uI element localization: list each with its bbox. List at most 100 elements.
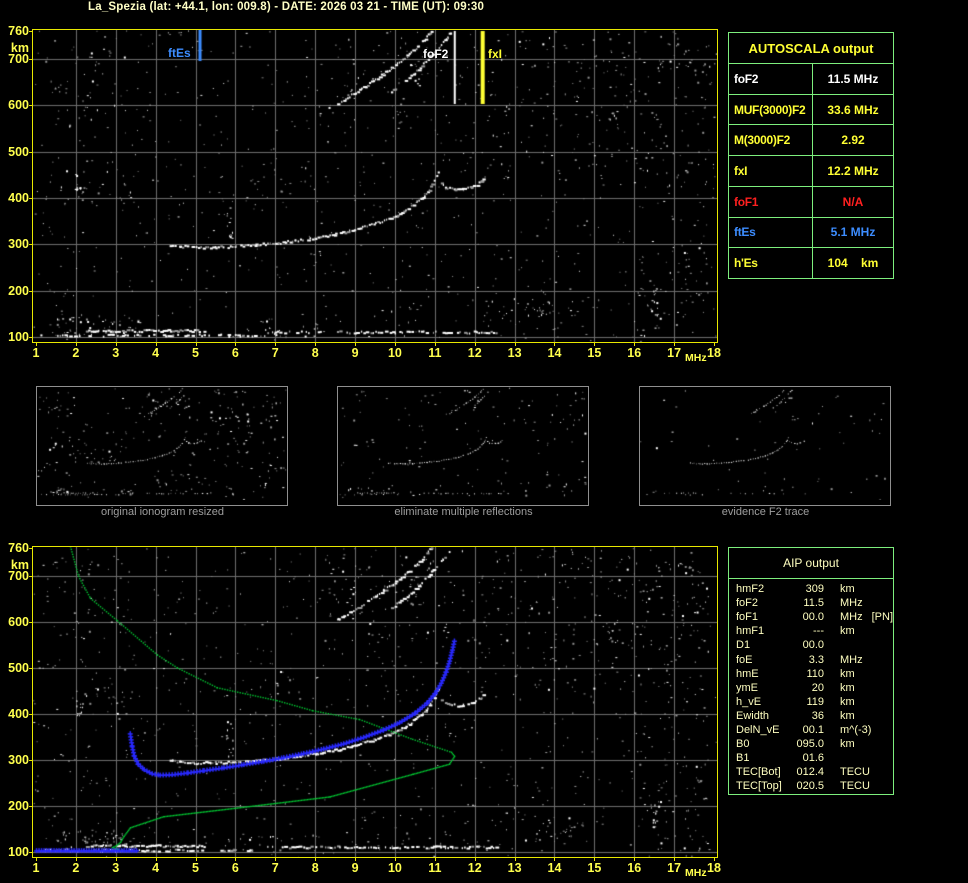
table-row: DelN_vE 00.1 m^(-3) — [736, 723, 893, 737]
aip-param-value: 01.6 — [802, 752, 824, 765]
x-tick-label: 15 — [587, 861, 602, 875]
aip-param-value: 110 — [806, 667, 824, 680]
x-tick-mark — [674, 343, 676, 346]
table-row: Ewidth 36 km — [736, 709, 893, 723]
aip-param-unit: MHz — [840, 597, 863, 610]
table-row: MUF(3000)F2 33.6 MHz — [729, 93, 893, 125]
main-ionogram-plot: ftEs foF2 fxI — [32, 29, 718, 343]
y-tick-label: 600 — [8, 614, 29, 629]
table-row: M(3000)F2 2.92 — [729, 124, 893, 156]
aip-param-label: hmF2 — [736, 583, 765, 596]
fof2-marker-label: foF2 — [423, 47, 449, 61]
x-tick-mark — [75, 858, 77, 861]
thumbnail-caption-original: original ionogram resized — [101, 506, 224, 518]
y-tick-mark — [29, 621, 33, 623]
x-tick-label: 13 — [507, 861, 522, 875]
aip-param-value: 012.4 — [796, 766, 824, 779]
aip-param-value: 020.5 — [796, 780, 824, 793]
x-tick-mark — [394, 858, 396, 861]
x-tick-label: 15 — [587, 346, 602, 360]
autoscala-param-value: 12.2 MHz — [827, 164, 879, 179]
x-axis-unit-label: MHz — [685, 867, 707, 879]
x-tick-label: 11 — [428, 861, 442, 875]
y-tick-label: 200 — [8, 798, 29, 813]
y-tick-mark — [29, 337, 33, 338]
x-tick-mark — [434, 343, 436, 346]
x-tick-mark — [275, 343, 277, 346]
thumbnail-eliminate-reflections — [337, 386, 589, 506]
autoscala-param-label: fxI — [729, 156, 813, 186]
x-tick-label: 12 — [467, 346, 482, 360]
x-tick-label: 13 — [507, 346, 522, 360]
x-tick-mark — [514, 858, 516, 861]
x-tick-label: 17 — [667, 861, 682, 875]
autoscala-param-value: 5.1 MHz — [830, 225, 876, 240]
autoscala-param-label: h'Es — [729, 248, 813, 279]
y-tick-mark — [29, 759, 33, 761]
table-row: TEC[Top] 020.5 TECU — [736, 779, 893, 793]
x-tick-mark — [434, 858, 436, 861]
x-tick-mark — [275, 858, 277, 861]
x-tick-mark — [474, 343, 476, 346]
aip-param-unit: m^(-3) — [840, 723, 872, 736]
autoscala-param-value: N/A — [842, 194, 864, 209]
fxi-marker-label: fxI — [488, 47, 503, 61]
aip-param-label: ymE — [736, 681, 758, 694]
aip-param-value: 36 — [811, 709, 824, 722]
y-tick-label: 400 — [8, 706, 29, 721]
y-tick-mark — [29, 290, 33, 292]
x-tick-label: 2 — [72, 346, 80, 360]
x-tick-mark — [155, 858, 157, 861]
table-row: B1 01.6 — [736, 751, 893, 765]
table-row: ymE 20 km — [736, 681, 893, 695]
autoscala-param-label: foF1 — [729, 186, 813, 217]
aip-param-label: hmE — [736, 667, 759, 680]
y-tick-mark — [29, 105, 33, 107]
x-tick-label: 7 — [271, 861, 279, 875]
aip-param-unit: km — [840, 681, 855, 694]
x-tick-label: 10 — [387, 346, 402, 360]
x-tick-mark — [115, 343, 117, 346]
y-tick-label: 500 — [8, 660, 29, 675]
x-tick-mark — [674, 858, 676, 861]
y-tick-mark — [29, 151, 33, 153]
thumbnail-evidence-canvas — [640, 387, 890, 500]
aip-param-unit: km — [840, 695, 855, 708]
aip-param-value: 00.0 — [802, 611, 824, 624]
aip-profile-canvas — [33, 547, 717, 857]
aip-param-label: B0 — [736, 738, 750, 751]
x-tick-mark — [315, 343, 317, 346]
x-tick-mark — [594, 343, 596, 346]
y-tick-mark — [29, 713, 33, 715]
aip-param-label: h_vE — [736, 695, 762, 708]
x-tick-label: 7 — [271, 346, 279, 360]
x-tick-label: 12 — [467, 861, 482, 875]
x-tick-mark — [714, 858, 715, 861]
table-row: foF1 N/A — [729, 185, 893, 217]
aip-param-value: 20 — [811, 681, 824, 694]
autoscala-output-table: AUTOSCALA output foF2 11.5 MHz MUF(3000)F2… — [728, 32, 894, 279]
aip-param-label: foE — [736, 653, 753, 666]
aip-param-value: 00.1 — [802, 723, 824, 736]
table-row: hmF1 --- km — [736, 624, 893, 638]
y-tick-mark — [29, 244, 33, 246]
y-tick-mark — [29, 805, 33, 807]
thumbnail-caption-evidence: evidence F2 trace — [721, 506, 810, 518]
aip-param-value: 00.0 — [802, 639, 824, 652]
x-tick-mark — [235, 343, 237, 346]
aip-table-body: hmF2 309 km foF2 11.5 MHz foF1 00.0 MHz [PN] hmF1 -… — [729, 579, 893, 793]
thumbnail-evidence-f2 — [639, 386, 891, 506]
ftes-marker-label: ftEs — [168, 46, 191, 60]
x-tick-label: 11 — [428, 346, 442, 360]
aip-param-label: B1 — [736, 752, 750, 765]
y-tick-label: 400 — [8, 190, 29, 205]
thumbnail-eliminate-canvas — [338, 387, 588, 500]
y-tick-mark — [29, 197, 33, 199]
x-tick-mark — [394, 343, 396, 346]
x-tick-label: 5 — [192, 861, 199, 875]
aip-param-label: foF1 — [736, 611, 759, 624]
aip-param-label: DelN_vE — [736, 723, 780, 736]
thumbnail-original-canvas — [37, 387, 287, 500]
aip-profile-plot — [32, 546, 718, 858]
x-tick-label: 8 — [311, 861, 319, 875]
